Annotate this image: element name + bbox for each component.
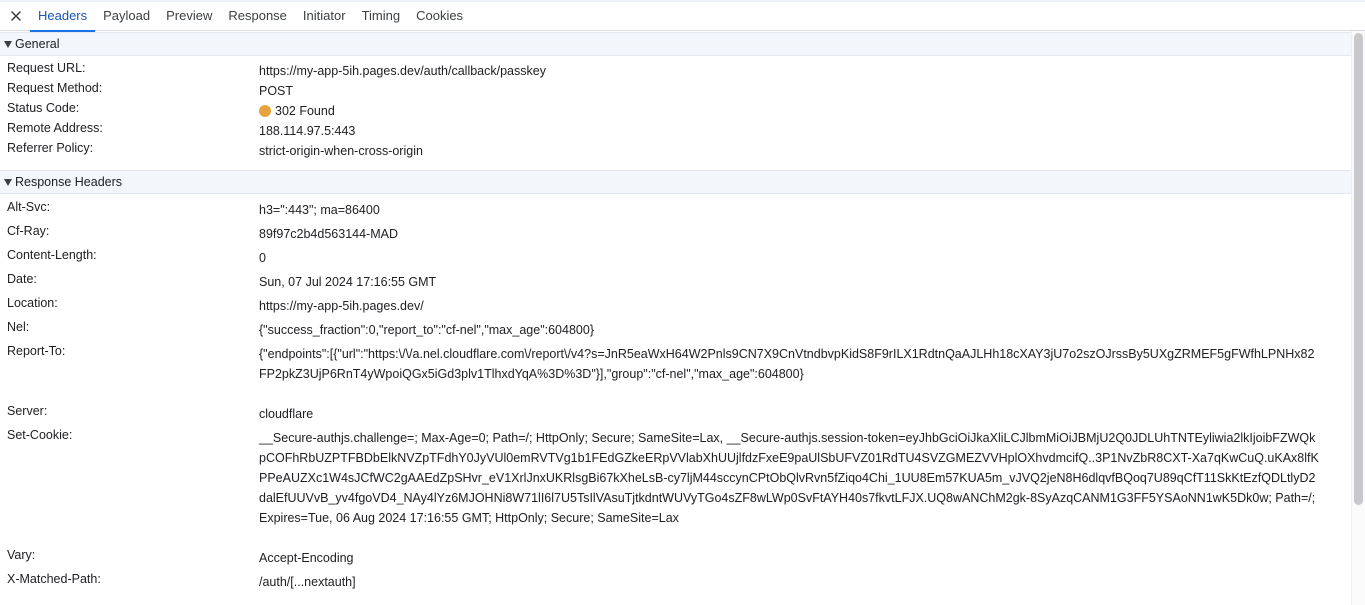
header-value[interactable]: strict-origin-when-cross-origin — [259, 141, 1319, 161]
header-value[interactable]: POST — [259, 81, 1319, 101]
header-value[interactable]: 188.114.97.5:443 — [259, 121, 1319, 141]
header-key: Report-To: — [7, 344, 66, 358]
header-value[interactable]: h3=":443"; ma=86400 — [259, 200, 1319, 220]
header-value[interactable]: /auth/[...nextauth] — [259, 572, 1319, 592]
header-value[interactable]: __Secure-authjs.challenge=; Max-Age=0; P… — [259, 428, 1319, 528]
header-key: Date: — [7, 272, 37, 286]
status-code-text: 302 Found — [275, 104, 335, 118]
header-key: Request URL: — [7, 61, 86, 75]
header-value[interactable]: cloudflare — [259, 404, 1319, 424]
header-key: Cf-Ray: — [7, 224, 50, 238]
tab-cookies[interactable]: Cookies — [408, 0, 471, 31]
header-key: Request Method: — [7, 81, 103, 95]
tabs-container: Headers Payload Preview Response Initiat… — [30, 0, 471, 32]
header-value[interactable]: https://my-app-5ih.pages.dev/auth/callba… — [259, 61, 1319, 81]
header-key: Remote Address: — [7, 121, 103, 135]
header-value[interactable]: 89f97c2b4d563144-MAD — [259, 224, 1319, 244]
header-key: X-Matched-Path: — [7, 572, 101, 586]
tab-response[interactable]: Response — [220, 0, 295, 31]
vertical-scrollbar[interactable] — [1351, 31, 1365, 605]
header-key: Server: — [7, 404, 48, 418]
tab-payload[interactable]: Payload — [95, 0, 158, 31]
section-title: Response Headers — [15, 175, 123, 189]
tab-preview[interactable]: Preview — [158, 0, 220, 31]
header-key: Set-Cookie: — [7, 428, 73, 442]
header-key: Referrer Policy: — [7, 141, 94, 155]
header-key: Location: — [7, 296, 58, 310]
tab-headers[interactable]: Headers — [30, 0, 96, 32]
header-key: Alt-Svc: — [7, 200, 51, 214]
section-response-headers-header[interactable]: Response Headers — [0, 170, 1351, 194]
header-key: Nel: — [7, 320, 30, 334]
close-icon[interactable] — [8, 8, 24, 24]
header-value[interactable]: Accept-Encoding — [259, 548, 1319, 568]
scrollbar-thumb[interactable] — [1354, 33, 1363, 505]
status-dot-icon — [259, 105, 271, 117]
header-value[interactable]: Sun, 07 Jul 2024 17:16:55 GMT — [259, 272, 1319, 292]
header-value[interactable]: 302 Found — [259, 101, 1319, 121]
section-general-header[interactable]: General — [0, 32, 1351, 56]
header-value[interactable]: 0 — [259, 248, 1319, 268]
tab-bar: Headers Payload Preview Response Initiat… — [0, 0, 1365, 32]
header-value[interactable]: {"endpoints":[{"url":"https:\/\/a.nel.cl… — [259, 344, 1319, 384]
header-value[interactable]: {"success_fraction":0,"report_to":"cf-ne… — [259, 320, 1319, 340]
header-key: Vary: — [7, 548, 36, 562]
header-key: Status Code: — [7, 101, 80, 115]
tab-timing[interactable]: Timing — [354, 0, 409, 31]
header-value[interactable]: https://my-app-5ih.pages.dev/ — [259, 296, 1319, 316]
triangle-down-icon — [4, 40, 12, 48]
triangle-down-icon — [4, 178, 12, 186]
section-title: General — [15, 37, 60, 51]
tab-initiator[interactable]: Initiator — [295, 0, 354, 31]
header-key: Content-Length: — [7, 248, 97, 262]
headers-panel: General Request URL: https://my-app-5ih.… — [0, 31, 1351, 605]
